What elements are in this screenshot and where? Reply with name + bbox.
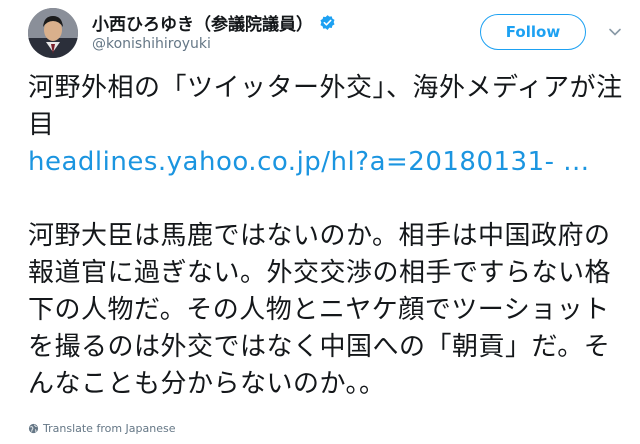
- tweet-body: 河野大臣は馬鹿ではないのか。相手は中国政府の報道官に過ぎない。外交交渉の相手です…: [28, 221, 612, 399]
- tweet-text: 河野外相の「ツイッター外交」、海外メディアが注目 headlines.yahoo…: [28, 70, 628, 403]
- tweet-headline: 河野外相の「ツイッター外交」、海外メディアが注目: [28, 73, 623, 140]
- chevron-down-icon[interactable]: [608, 24, 622, 38]
- tweet-link[interactable]: headlines.yahoo.co.jp/hl?a=20180131- ...: [28, 144, 628, 181]
- avatar[interactable]: [28, 8, 78, 58]
- follow-button[interactable]: Follow: [480, 14, 586, 50]
- author-handle[interactable]: @konishihiroyuki: [92, 36, 211, 52]
- verified-badge-icon: [319, 14, 336, 31]
- translate-label[interactable]: Translate from Japanese: [43, 422, 175, 435]
- translate-link[interactable]: Translate from Japanese: [28, 422, 175, 435]
- display-name-text[interactable]: 小西ひろゆき（参議院議員）: [92, 10, 313, 35]
- author-display-name[interactable]: 小西ひろゆき（参議院議員）: [92, 10, 336, 35]
- globe-icon: [28, 423, 39, 434]
- tweet-card: 小西ひろゆき（参議院議員） @konishihiroyuki Follow 河野…: [0, 0, 640, 444]
